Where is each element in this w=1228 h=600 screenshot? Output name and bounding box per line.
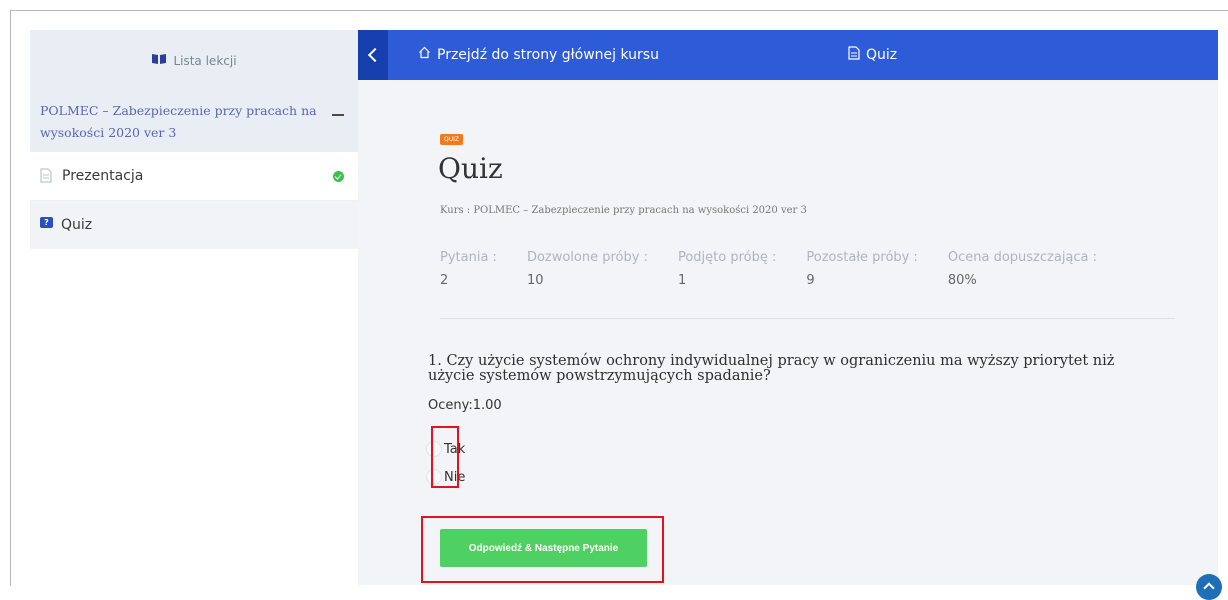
stat-attempted: Podjęto próbę : 1 bbox=[678, 250, 776, 288]
stat-remaining: Pozostałe próby : 9 bbox=[806, 250, 918, 288]
completed-check-icon bbox=[333, 171, 344, 182]
lesson-sidebar: Lista lekcji POLMEC – Zabezpieczenie prz… bbox=[30, 30, 358, 250]
highlight-box-options bbox=[431, 426, 459, 488]
question-grade: Oceny:1.00 bbox=[428, 398, 502, 413]
stat-passing-grade: Ocena dopuszczająca : 80% bbox=[948, 250, 1097, 288]
divider bbox=[440, 318, 1175, 319]
stat-label: Dozwolone próby : bbox=[526, 250, 648, 265]
stat-label: Podjęto próbę : bbox=[677, 250, 777, 265]
stat-label: Pozostałe próby : bbox=[806, 250, 918, 265]
stat-allowed-attempts: Dozwolone próby : 10 bbox=[527, 250, 648, 288]
stat-questions: Pytania : 2 bbox=[440, 250, 497, 288]
home-icon bbox=[418, 46, 431, 63]
stat-value: 1 bbox=[677, 273, 687, 288]
sidebar-header-label: Lista lekcji bbox=[173, 54, 237, 68]
highlight-box-submit bbox=[421, 516, 664, 583]
document-icon bbox=[40, 168, 54, 184]
course-topbar: Przejdź do strony głównej kursu Quiz bbox=[358, 30, 1218, 80]
quiz-icon: ? bbox=[40, 216, 53, 228]
current-lesson: Quiz bbox=[848, 46, 897, 64]
stat-label: Ocena dopuszczająca : bbox=[947, 250, 1098, 265]
book-icon bbox=[151, 53, 167, 69]
current-lesson-label: Quiz bbox=[866, 47, 898, 63]
collapse-icon[interactable] bbox=[332, 114, 344, 116]
home-link[interactable]: Przejdź do strony głównej kursu bbox=[418, 46, 659, 63]
stat-value: 10 bbox=[526, 273, 544, 288]
sidebar-header[interactable]: Lista lekcji bbox=[30, 30, 358, 92]
stat-value: 2 bbox=[440, 273, 449, 288]
stat-label: Pytania : bbox=[440, 250, 497, 265]
sidebar-course-section[interactable]: POLMEC – Zabezpieczenie przy pracach na … bbox=[30, 92, 358, 152]
question-text: 1. Czy użycie systemów ochrony indywidua… bbox=[428, 353, 1115, 384]
chevron-left-icon bbox=[367, 47, 383, 63]
scroll-to-top-button[interactable] bbox=[1196, 574, 1222, 600]
sidebar-item-quiz[interactable]: ? Quiz bbox=[30, 201, 358, 249]
document-icon bbox=[848, 46, 860, 64]
back-button[interactable] bbox=[358, 30, 388, 80]
quiz-tag: QUIZ bbox=[440, 134, 463, 145]
quiz-stats: Pytania : 2 Dozwolone próby : 10 Podjęto… bbox=[440, 250, 1127, 288]
sidebar-item-label: Quiz bbox=[61, 217, 93, 233]
sidebar-item-label: Prezentacja bbox=[62, 168, 144, 184]
quiz-content: QUIZ Quiz Kurs : POLMEC – Zabezpieczenie… bbox=[358, 80, 1218, 585]
stat-value: 9 bbox=[806, 273, 815, 288]
page-title: Quiz bbox=[438, 152, 503, 185]
stat-value: 80% bbox=[947, 273, 977, 288]
sidebar-item-prezentacja[interactable]: Prezentacja bbox=[30, 152, 358, 201]
course-line: Kurs : POLMEC – Zabezpieczenie przy prac… bbox=[440, 205, 807, 216]
sidebar-course-title: POLMEC – Zabezpieczenie przy pracach na … bbox=[40, 103, 317, 140]
home-link-label: Przejdź do strony głównej kursu bbox=[437, 46, 659, 63]
